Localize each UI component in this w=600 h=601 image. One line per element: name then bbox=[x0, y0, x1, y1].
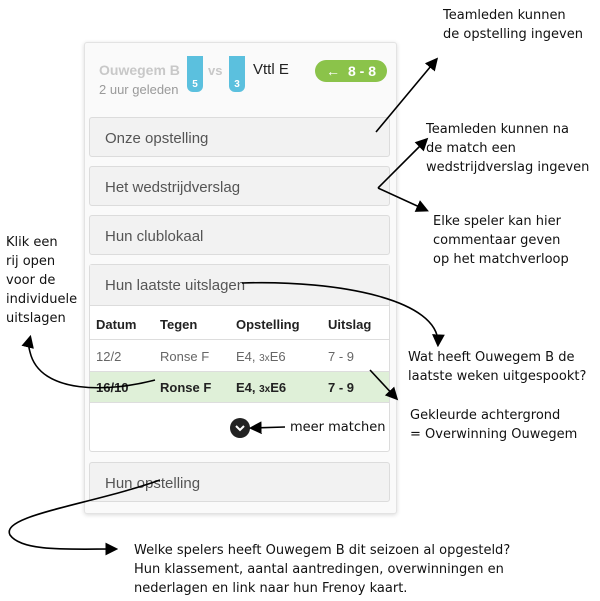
annotation-arrows bbox=[8, 57, 445, 556]
